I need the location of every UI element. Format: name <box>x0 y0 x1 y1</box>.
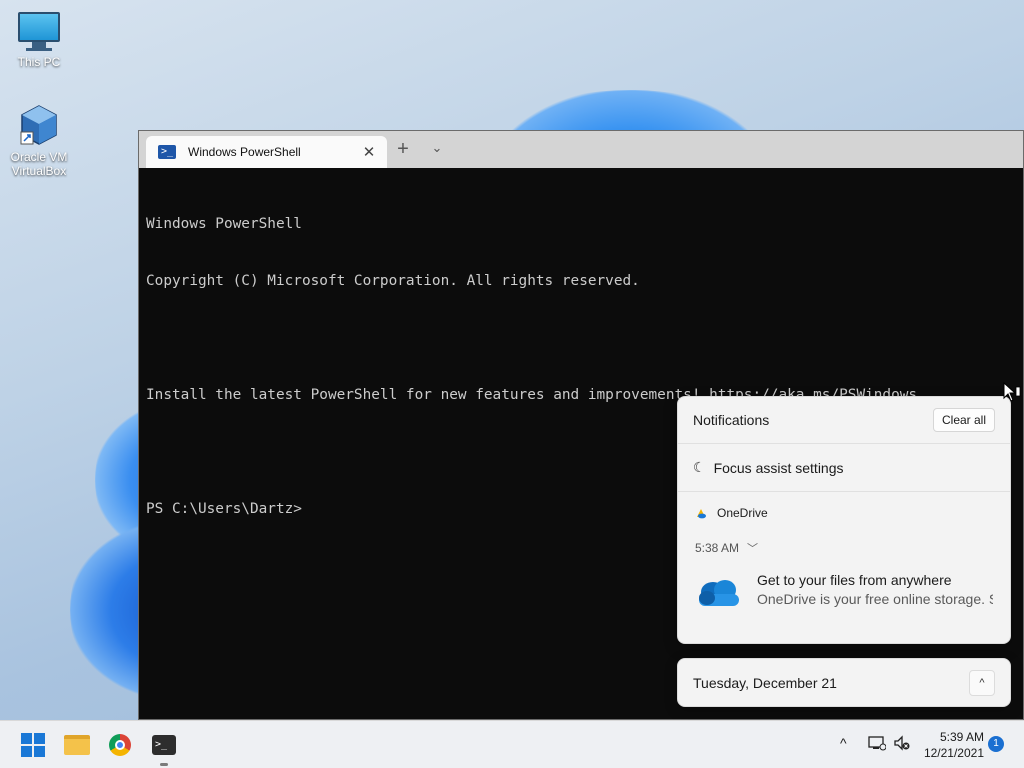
console-line: Windows PowerShell <box>146 216 302 232</box>
toast-body: OneDrive is your free online storage. S <box>757 591 993 607</box>
focus-assist-settings-link[interactable]: ☾ Focus assist settings <box>678 444 1010 492</box>
terminal-icon: >_ <box>152 735 176 755</box>
terminal-button[interactable]: >_ <box>148 729 180 761</box>
toast-title: Get to your files from anywhere <box>757 572 952 588</box>
virtualbox-icon <box>19 104 59 146</box>
moon-icon: ☾ <box>693 459 706 475</box>
desktop-icon-this-pc[interactable]: This PC <box>4 10 74 69</box>
close-icon[interactable]: ✕ <box>357 143 381 161</box>
notification-time-row[interactable]: 5:38 AM ﹀ <box>678 520 1010 556</box>
chevron-up-icon[interactable]: ^ <box>969 669 995 696</box>
desktop-icon-label: This PC <box>17 55 61 69</box>
mouse-cursor-icon <box>1003 381 1021 409</box>
folder-icon <box>64 735 90 755</box>
start-button[interactable] <box>17 729 49 761</box>
notification-center: Notifications Clear all ☾ Focus assist s… <box>677 396 1011 644</box>
notification-app-name: OneDrive <box>717 506 768 520</box>
focus-assist-label: Focus assist settings <box>713 459 844 476</box>
powershell-icon: >_ <box>158 145 176 159</box>
chevron-down-icon[interactable]: ﹀ <box>747 540 758 556</box>
notification-toast[interactable]: Get to your files from anywhere OneDrive… <box>678 556 1010 610</box>
new-tab-button[interactable]: + <box>392 138 414 161</box>
clock-date: 12/21/2021 <box>923 746 984 760</box>
taskbar-clock[interactable]: 5:39 AM 12/21/2021 <box>922 729 984 761</box>
clear-all-button[interactable]: Clear all <box>932 408 995 432</box>
chevron-up-icon[interactable]: ^ <box>840 735 847 751</box>
computer-icon <box>4 12 74 51</box>
tab-bar: >_ Windows PowerShell ✕ + ⌄ <box>139 131 1023 168</box>
tab-powershell[interactable]: >_ Windows PowerShell ✕ <box>146 136 387 168</box>
chevron-down-icon[interactable]: ⌄ <box>429 140 445 156</box>
file-explorer-button[interactable] <box>61 729 93 761</box>
notification-header: Notifications Clear all <box>678 397 1010 444</box>
console-line: Copyright (C) Microsoft Corporation. All… <box>146 273 640 289</box>
volume-muted-icon[interactable] <box>893 735 911 755</box>
onedrive-cloud-icon <box>695 576 741 610</box>
calendar-flyout: Tuesday, December 21 ^ <box>677 658 1011 707</box>
notification-time: 5:38 AM <box>695 541 740 555</box>
notification-count-badge[interactable]: 1 <box>988 736 1004 752</box>
chrome-button[interactable] <box>104 729 136 761</box>
windows-logo-icon <box>21 733 45 757</box>
desktop-icon-label: Oracle VM VirtualBox <box>10 150 68 178</box>
calendar-date: Tuesday, December 21 <box>693 674 837 691</box>
notification-app-header: OneDrive <box>678 492 1010 520</box>
notification-title: Notifications <box>693 412 770 428</box>
onedrive-icon <box>695 507 707 519</box>
taskbar: >_ ^ 5:39 AM 12/21/2021 1 <box>0 720 1024 768</box>
active-app-indicator <box>160 763 168 766</box>
chrome-icon <box>109 734 131 756</box>
network-icon[interactable] <box>868 735 887 755</box>
desktop-icon-virtualbox[interactable]: Oracle VM VirtualBox <box>4 104 74 178</box>
clock-time: 5:39 AM <box>939 730 984 744</box>
tab-title: Windows PowerShell <box>188 145 301 159</box>
